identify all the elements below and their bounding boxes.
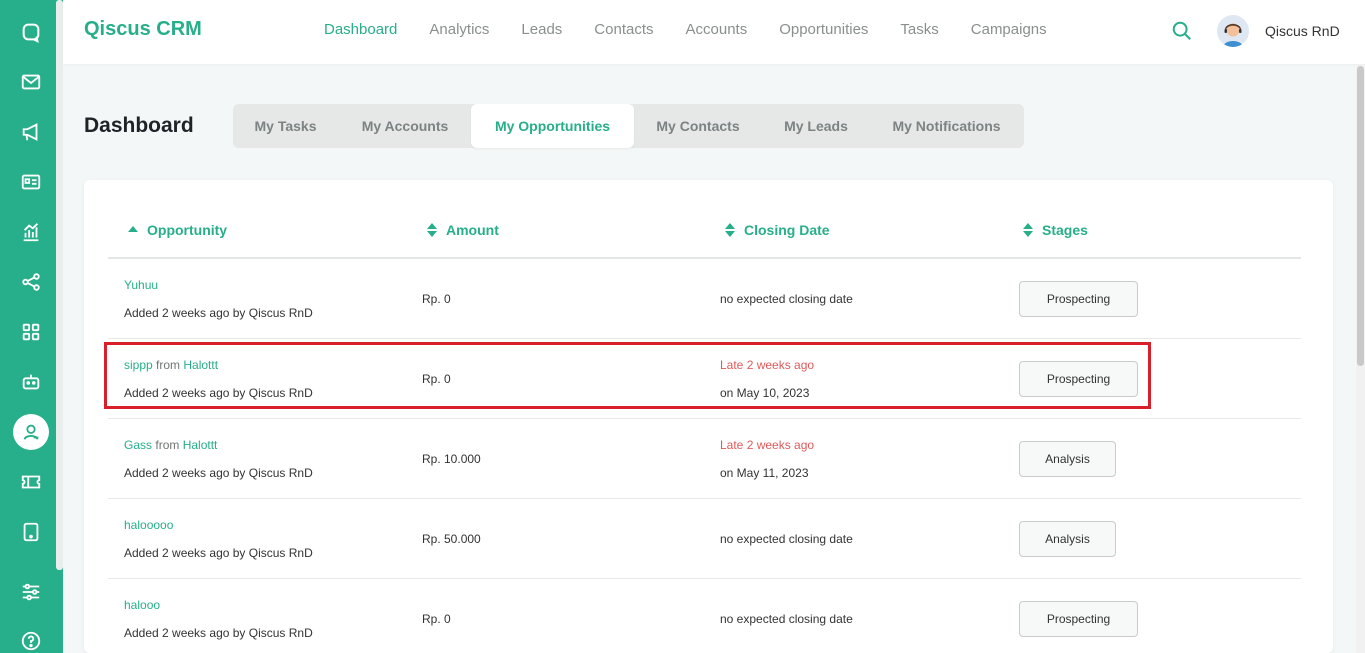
opportunity-title: halooo [124,598,160,612]
sidebar [0,0,63,653]
nav-analytics[interactable]: Analytics [429,21,489,38]
tab-my-opportunities[interactable]: My Opportunities [471,104,634,148]
tablet-icon[interactable] [13,514,49,550]
chat-icon[interactable] [13,14,49,50]
tab-my-contacts[interactable]: My Contacts [639,104,757,148]
opportunity-link[interactable]: Yuhuu [124,278,158,292]
sidebar-scrollbar[interactable] [56,0,63,570]
closing-date: no expected closing date [720,612,853,626]
table-row[interactable]: Gass from Halottt Added 2 weeks ago by Q… [108,419,1301,499]
page-title: Dashboard [84,114,194,137]
sort-asc-icon [128,226,138,232]
header-opportunity[interactable]: Opportunity [127,222,227,238]
nav-dashboard[interactable]: Dashboard [324,21,397,38]
tab-my-notifications[interactable]: My Notifications [874,104,1019,148]
added-info: Added 2 weeks ago by Qiscus RnD [124,546,313,560]
user-name[interactable]: Qiscus RnD [1265,23,1340,39]
sort-icon [427,223,437,237]
added-info: Added 2 weeks ago by Qiscus RnD [124,626,313,640]
amount-value: Rp. 0 [422,612,451,626]
opportunity-title: Gass from Halottt [124,438,217,452]
header-amount-label: Amount [446,222,499,238]
closing-date: on May 11, 2023 [720,466,809,480]
header-stages-label: Stages [1042,222,1088,238]
opportunity-link[interactable]: Gass [124,438,152,452]
amount-value: Rp. 0 [422,292,451,306]
top-navbar: Qiscus CRM Dashboard Analytics Leads Con… [63,0,1365,64]
page-scrollbar-thumb[interactable] [1357,66,1364,366]
amount-value: Rp. 10.000 [422,452,481,466]
nav-opportunities[interactable]: Opportunities [779,21,868,38]
header-opportunity-label: Opportunity [147,222,228,238]
main-nav: Dashboard Analytics Leads Contacts Accou… [324,21,1079,38]
stage-button[interactable]: Analysis [1019,521,1116,557]
closing-date: no expected closing date [720,532,853,546]
sort-icon [1023,223,1033,237]
search-icon[interactable] [1171,20,1193,42]
stage-button[interactable]: Prospecting [1019,601,1138,637]
closing-date: no expected closing date [720,292,853,306]
robot-icon[interactable] [13,364,49,400]
ticket-icon[interactable] [13,464,49,500]
added-info: Added 2 weeks ago by Qiscus RnD [124,306,313,320]
brand-logo[interactable]: Qiscus CRM [84,18,202,41]
header-closing-date[interactable]: Closing Date [724,222,830,238]
stage-button[interactable]: Analysis [1019,441,1116,477]
megaphone-icon[interactable] [13,114,49,150]
added-info: Added 2 weeks ago by Qiscus RnD [124,466,313,480]
nav-tasks[interactable]: Tasks [900,21,938,38]
apps-grid-icon[interactable] [13,314,49,350]
header-closing-date-label: Closing Date [744,222,830,238]
opportunity-title: halooooo [124,518,173,532]
sort-icon [725,223,735,237]
nav-contacts[interactable]: Contacts [594,21,653,38]
help-icon[interactable] [13,623,49,653]
table-row[interactable]: halooooo Added 2 weeks ago by Qiscus RnD… [108,499,1301,579]
id-card-icon[interactable] [13,164,49,200]
opportunity-link[interactable]: halooooo [124,518,173,532]
analytics-icon[interactable] [13,214,49,250]
settings-sliders-icon[interactable] [13,574,49,610]
opportunity-link[interactable]: halooo [124,598,160,612]
from-label: from [155,438,180,452]
header-amount[interactable]: Amount [426,222,499,238]
nav-leads[interactable]: Leads [521,21,562,38]
crm-user-icon[interactable] [13,414,49,450]
page-scrollbar[interactable] [1356,64,1365,653]
opportunity-title: Yuhuu [124,278,158,292]
tab-my-leads[interactable]: My Leads [763,104,869,148]
nav-campaigns[interactable]: Campaigns [971,21,1047,38]
table-row[interactable]: Yuhuu Added 2 weeks ago by Qiscus RnD Rp… [108,259,1301,339]
highlight-box [104,342,1151,409]
header-stages[interactable]: Stages [1022,222,1088,238]
table-row[interactable]: halooo Added 2 weeks ago by Qiscus RnD R… [108,579,1301,653]
amount-value: Rp. 50.000 [422,532,481,546]
stage-button[interactable]: Prospecting [1019,281,1138,317]
tab-my-accounts[interactable]: My Accounts [343,104,467,148]
nav-accounts[interactable]: Accounts [686,21,748,38]
dashboard-tabs: My Tasks My Accounts My Opportunities My… [233,104,1024,148]
tab-my-tasks[interactable]: My Tasks [233,104,338,148]
share-icon[interactable] [13,264,49,300]
account-link[interactable]: Halottt [183,438,218,452]
late-status: Late 2 weeks ago [720,438,815,452]
avatar[interactable] [1217,15,1249,47]
mail-icon[interactable] [13,64,49,100]
